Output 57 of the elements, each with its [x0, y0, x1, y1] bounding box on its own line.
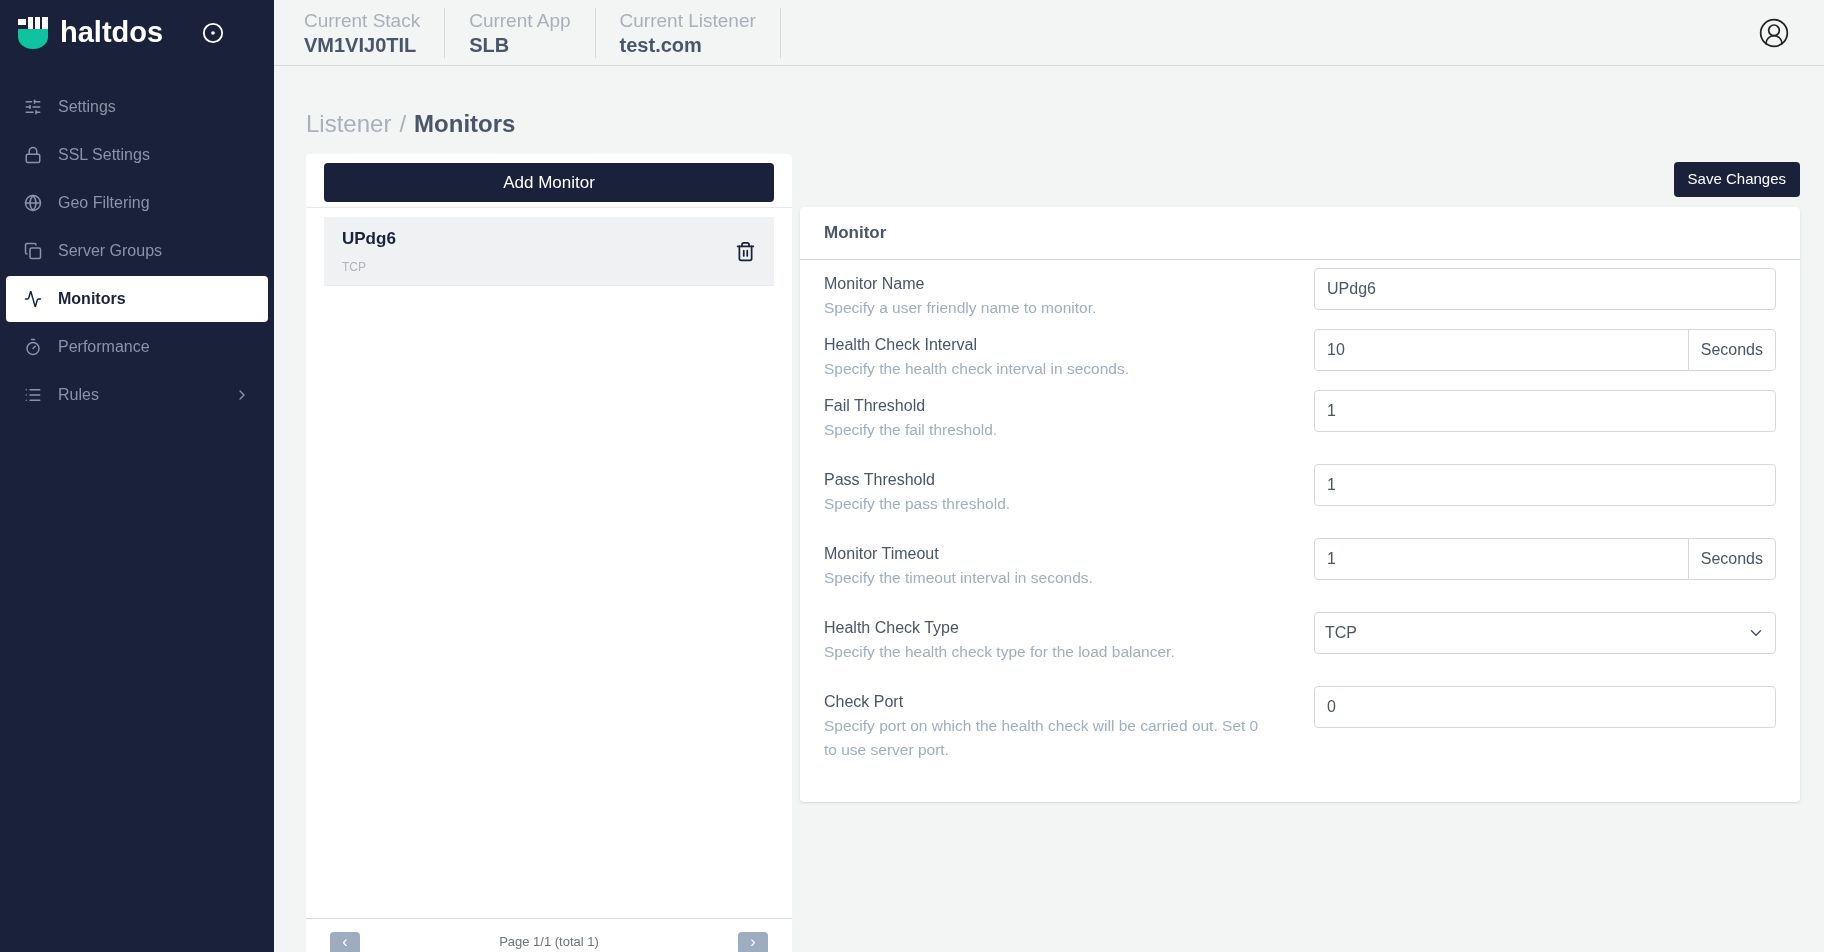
- input-field[interactable]: 10 Seconds: [1314, 329, 1776, 371]
- sliders-icon: [24, 98, 42, 116]
- add-monitor-button[interactable]: Add Monitor: [324, 163, 774, 202]
- field-label: Fail Threshold: [824, 396, 927, 416]
- field-help: Specify the health check interval in seconds.: [824, 359, 1130, 379]
- logo-icon: [18, 17, 48, 49]
- brand-name: haltdos: [60, 15, 164, 51]
- field-label: Pass Threshold: [824, 470, 936, 490]
- context-value: SLB: [469, 32, 511, 57]
- context-label: Current App: [469, 8, 571, 33]
- field-label: Monitor Timeout: [824, 544, 940, 564]
- globe-icon: [24, 194, 42, 212]
- unit-addon: Seconds: [1687, 330, 1775, 370]
- sidebar-item[interactable]: Performance: [6, 324, 268, 370]
- field-label: Monitor Name: [824, 274, 926, 294]
- context-value: test.com: [619, 32, 703, 57]
- trash-icon[interactable]: [735, 240, 756, 262]
- pulse-icon: [24, 290, 42, 308]
- list-icon: [24, 386, 42, 404]
- input-field[interactable]: 1 Seconds: [1314, 538, 1776, 580]
- lock-icon: [24, 146, 42, 164]
- context-label: Current Stack: [304, 8, 421, 33]
- stacked-squares-icon: [24, 242, 42, 260]
- context-label: Current Listener: [619, 8, 756, 33]
- monitor-type: TCP: [342, 258, 367, 276]
- input-field[interactable]: 1: [1314, 464, 1776, 506]
- select-dropdown[interactable]: TCP: [1314, 612, 1776, 654]
- sidebar-item[interactable]: Geo Filtering: [6, 180, 268, 226]
- monitor-list-item[interactable]: UPdg6 TCP: [324, 217, 774, 286]
- field-label: Health Check Interval: [824, 335, 978, 355]
- stopwatch-icon: [24, 338, 42, 356]
- field-help: Specify the health check type for the load balancer.: [824, 642, 1176, 662]
- field-help: Specify port on which the health check will be carried out. Set 0 to use server port.: [824, 716, 1260, 760]
- target-icon[interactable]: [202, 22, 224, 44]
- card-title: Monitor: [824, 222, 887, 245]
- monitor-name: UPdg6: [342, 228, 397, 251]
- sidebar-item[interactable]: SSL Settings: [6, 132, 268, 178]
- input-field[interactable]: UPdg6: [1314, 268, 1776, 310]
- sidebar-item[interactable]: Server Groups: [6, 228, 268, 274]
- save-changes-button[interactable]: Save Changes: [1673, 162, 1800, 197]
- sidebar-item[interactable]: Monitors: [6, 276, 268, 322]
- field-help: Specify a user friendly name to monitor.: [824, 298, 1098, 318]
- field-help: Specify the fail threshold.: [824, 420, 999, 440]
- field-help: Specify the timeout interval in seconds.: [824, 568, 1094, 588]
- pagination-text: Page 1/1 (total 1): [499, 933, 599, 951]
- context-value: VM1VIJ0TIL: [304, 32, 418, 57]
- sidebar-item[interactable]: Settings: [6, 84, 268, 130]
- sidebar-item[interactable]: Rules: [6, 372, 268, 418]
- user-avatar-icon[interactable]: [1758, 16, 1790, 49]
- unit-addon: Seconds: [1687, 539, 1775, 579]
- field-label: Health Check Type: [824, 618, 960, 638]
- field-label: Check Port: [824, 692, 905, 712]
- breadcrumb-separator: /: [399, 109, 407, 136]
- field-help: Specify the pass threshold.: [824, 494, 1012, 514]
- input-field[interactable]: 1: [1314, 390, 1776, 432]
- page-title: Monitors: [414, 109, 516, 136]
- input-field[interactable]: 0: [1314, 686, 1776, 728]
